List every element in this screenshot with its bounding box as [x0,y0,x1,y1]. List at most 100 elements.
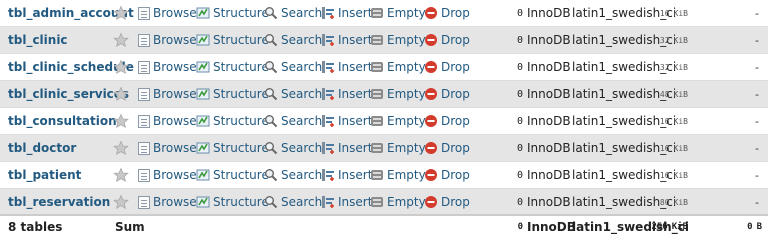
insert-label: Insert [338,33,373,47]
drop-icon [424,195,438,209]
search-button[interactable]: Search [264,162,322,188]
structure-button[interactable]: Structure [196,189,269,215]
search-label: Search [281,168,323,182]
star-icon[interactable] [113,54,129,80]
insert-button[interactable]: Insert [321,0,372,26]
search-button[interactable]: Search [264,189,322,215]
size-value: 32 [659,35,670,45]
structure-icon [196,33,210,47]
drop-button[interactable]: Drop [424,81,470,107]
search-label: Search [281,87,323,101]
browse-label: Browse [153,141,197,155]
search-icon [264,87,278,101]
empty-button[interactable]: Empty [370,81,426,107]
insert-icon [321,60,335,74]
drop-button[interactable]: Drop [424,189,470,215]
drop-button[interactable]: Drop [424,135,470,161]
browse-button[interactable]: Browse [138,0,197,26]
star-icon[interactable] [113,27,129,53]
star-icon[interactable] [113,135,129,161]
structure-icon [196,60,210,74]
drop-button[interactable]: Drop [424,54,470,80]
empty-button[interactable]: Empty [370,162,426,188]
empty-button[interactable]: Empty [370,108,426,134]
search-button[interactable]: Search [264,0,322,26]
insert-button[interactable]: Insert [321,81,372,107]
size-value: 32 [659,62,670,72]
insert-button[interactable]: Insert [321,189,372,215]
insert-label: Insert [338,195,373,209]
structure-button[interactable]: Structure [196,108,269,134]
insert-button[interactable]: Insert [321,27,372,53]
star-icon[interactable] [113,108,129,134]
empty-button[interactable]: Empty [370,54,426,80]
structure-button[interactable]: Structure [196,0,269,26]
empty-label: Empty [387,60,426,74]
drop-label: Drop [441,168,470,182]
structure-icon [196,168,210,182]
browse-icon [138,60,150,74]
drop-button[interactable]: Drop [424,108,470,134]
structure-button[interactable]: Structure [196,162,269,188]
browse-button[interactable]: Browse [138,27,197,53]
empty-button[interactable]: Empty [370,0,426,26]
table-name-link[interactable]: tbl_reservation [8,189,110,215]
search-button[interactable]: Search [264,81,322,107]
overhead: - [755,141,759,155]
empty-button[interactable]: Empty [370,27,426,53]
star-icon[interactable] [113,0,129,26]
browse-icon [138,87,150,101]
insert-button[interactable]: Insert [321,162,372,188]
search-button[interactable]: Search [264,54,322,80]
insert-button[interactable]: Insert [321,54,372,80]
empty-label: Empty [387,6,426,20]
search-label: Search [281,114,323,128]
table-name-link[interactable]: tbl_patient [8,162,81,188]
row-count: 0 [516,7,523,19]
browse-button[interactable]: Browse [138,108,197,134]
browse-button[interactable]: Browse [138,162,197,188]
search-button[interactable]: Search [264,135,322,161]
structure-button[interactable]: Structure [196,135,269,161]
drop-label: Drop [441,114,470,128]
empty-button[interactable]: Empty [370,189,426,215]
table-name-link[interactable]: tbl_consultation [8,108,117,134]
insert-button[interactable]: Insert [321,135,372,161]
table-name-link[interactable]: tbl_doctor [8,135,76,161]
browse-button[interactable]: Browse [138,135,197,161]
browse-button[interactable]: Browse [138,54,197,80]
search-icon [264,195,278,209]
size-unit: KiB [673,116,688,126]
star-icon[interactable] [113,162,129,188]
drop-icon [424,87,438,101]
insert-icon [321,87,335,101]
table-size: 16 KiB [660,0,688,26]
total-size-unit: KiB [671,222,688,232]
structure-icon [196,87,210,101]
empty-label: Empty [387,141,426,155]
search-button[interactable]: Search [264,108,322,134]
search-button[interactable]: Search [264,27,322,53]
size-value: 16 [659,8,670,18]
structure-button[interactable]: Structure [196,27,269,53]
empty-button[interactable]: Empty [370,135,426,161]
browse-button[interactable]: Browse [138,81,197,107]
drop-button[interactable]: Drop [424,27,470,53]
size-value: 16 [659,143,670,153]
drop-button[interactable]: Drop [424,162,470,188]
drop-button[interactable]: Drop [424,0,470,26]
star-icon[interactable] [113,81,129,107]
structure-button[interactable]: Structure [196,54,269,80]
insert-label: Insert [338,6,373,20]
structure-button[interactable]: Structure [196,81,269,107]
table-name-link[interactable]: tbl_clinic_services [8,81,129,107]
row-count: 0 [516,88,523,100]
size-unit: KiB [673,143,688,153]
insert-button[interactable]: Insert [321,108,372,134]
row-count: 0 [516,61,523,73]
browse-button[interactable]: Browse [138,189,197,215]
table-name-link[interactable]: tbl_clinic [8,27,68,53]
star-icon[interactable] [113,189,129,215]
empty-icon [370,6,384,20]
browse-label: Browse [153,168,197,182]
